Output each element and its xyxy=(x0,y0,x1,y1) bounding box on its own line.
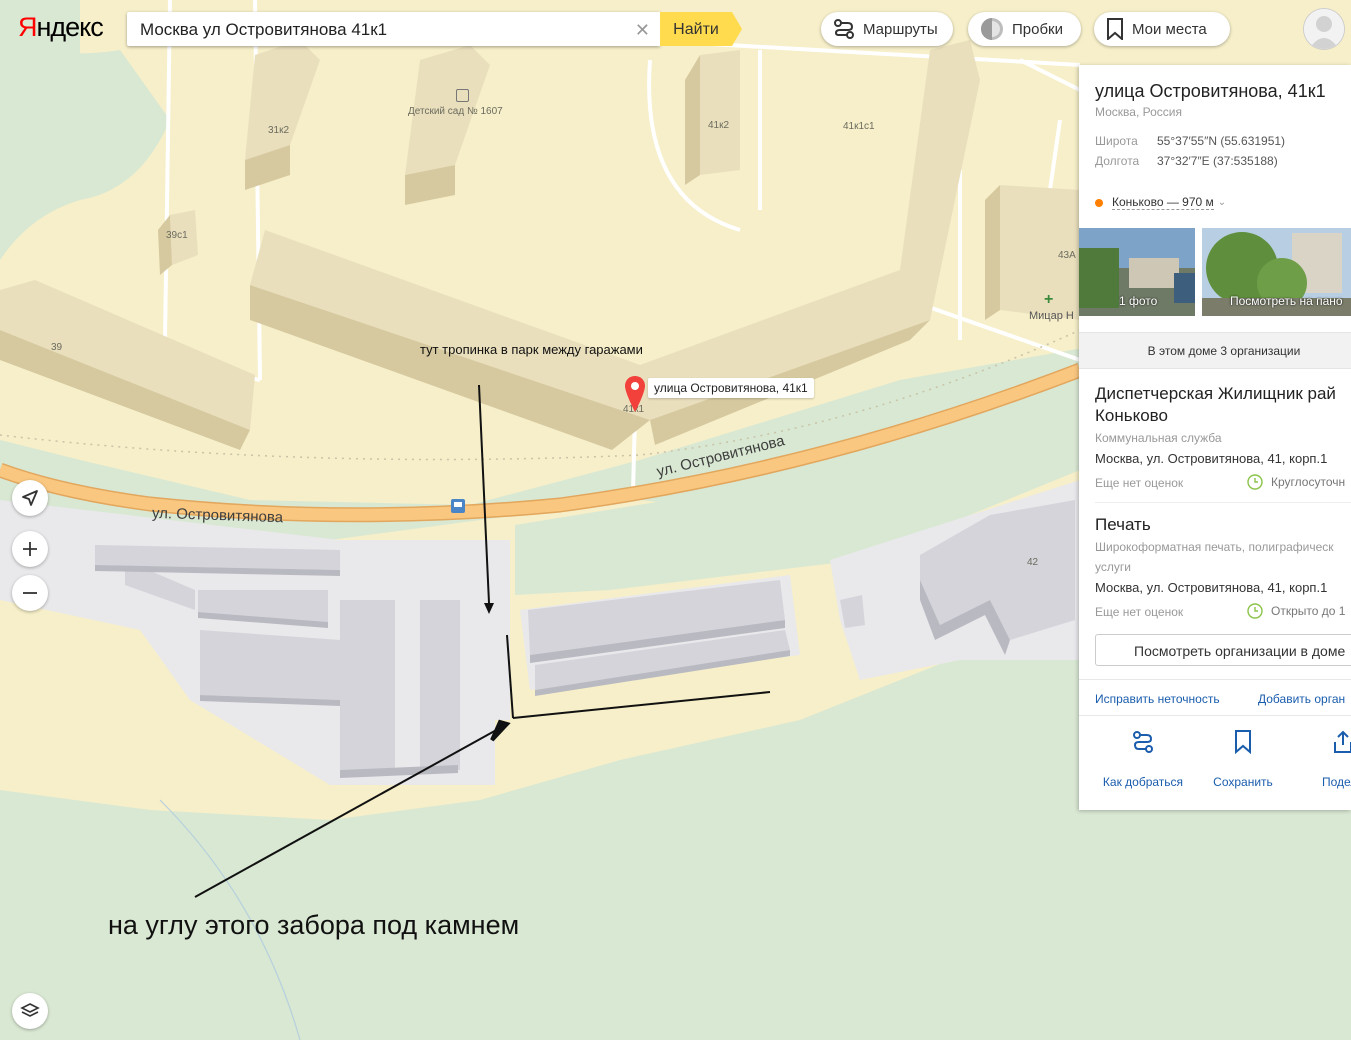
org-1-address: Москва, ул. Островитянова, 41, корп.1 xyxy=(1095,451,1328,466)
org-2-address: Москва, ул. Островитянова, 41, корп.1 xyxy=(1095,580,1328,595)
save-button[interactable]: Сохранить xyxy=(1193,730,1293,789)
latitude-value[interactable]: 55°37′55″N (55.631951) xyxy=(1157,134,1285,148)
poi-mitsar-label[interactable]: Мицар Н xyxy=(1029,310,1074,322)
routes-button[interactable]: Маршруты xyxy=(821,12,953,46)
org-2-rating: Еще нет оценок xyxy=(1095,605,1184,619)
traffic-label: Пробки xyxy=(1012,20,1063,38)
latitude-label: Широта xyxy=(1095,134,1138,148)
clear-icon[interactable]: ✕ xyxy=(635,20,650,41)
divider xyxy=(1095,502,1351,503)
org-1-rating: Еще нет оценок xyxy=(1095,476,1184,490)
zoom-in-button[interactable] xyxy=(12,531,48,567)
place-title: улица Островитянова, 41к1 xyxy=(1095,81,1326,101)
route-icon xyxy=(1133,731,1153,753)
kindergarten-icon xyxy=(456,89,469,102)
routes-label: Маршруты xyxy=(863,20,938,38)
add-org-link[interactable]: Добавить орган xyxy=(1258,692,1345,706)
user-icon xyxy=(1304,9,1344,49)
photo-thumbnail[interactable]: 1 фото xyxy=(1079,228,1195,316)
directions-button[interactable]: Как добраться xyxy=(1093,730,1193,789)
panorama-thumbnail[interactable]: Посмотреть на пано xyxy=(1202,228,1351,316)
plus-icon xyxy=(23,542,37,556)
routes-icon xyxy=(834,19,854,39)
divider xyxy=(1079,715,1351,716)
my-places-button[interactable]: Мои места xyxy=(1094,12,1230,46)
traffic-button[interactable]: Пробки xyxy=(968,12,1081,46)
traffic-icon xyxy=(981,18,1003,40)
longitude-value[interactable]: 37°32′7″E (37:535188) xyxy=(1157,154,1278,168)
building-label-39: 39 xyxy=(51,342,63,353)
view-orgs-button[interactable]: Посмотреть организации в доме xyxy=(1095,634,1351,666)
divider xyxy=(1079,679,1351,680)
share-icon xyxy=(1334,730,1351,753)
orgs-count-bar[interactable]: В этом доме 3 организации xyxy=(1079,332,1351,369)
share-button[interactable]: Подели xyxy=(1293,730,1351,789)
minus-icon xyxy=(23,592,37,594)
find-button[interactable]: Найти xyxy=(660,12,742,46)
photo-count-label: 1 фото xyxy=(1119,294,1158,308)
building-label-41k1c1: 41к1с1 xyxy=(843,121,875,132)
zoom-out-button[interactable] xyxy=(12,575,48,611)
building-label-41k2: 41к2 xyxy=(708,120,730,131)
share-label: Подели xyxy=(1321,775,1351,789)
bookmark-icon xyxy=(1235,730,1251,755)
search-box: ✕ xyxy=(127,12,660,46)
layers-button[interactable] xyxy=(12,993,48,1029)
my-places-label: Мои места xyxy=(1132,20,1207,38)
chevron-down-icon: ⌄ xyxy=(1217,197,1227,208)
metro-dot-icon xyxy=(1095,198,1103,207)
longitude-label: Долгота xyxy=(1095,154,1140,168)
clock-icon xyxy=(1247,603,1263,619)
map-pin-icon[interactable] xyxy=(624,375,646,418)
place-subtitle: Москва, Россия xyxy=(1095,105,1182,119)
building-label-31k2: 31к2 xyxy=(268,125,290,136)
note-corner-label: на углу этого забора под камнем xyxy=(108,910,520,940)
org-2-category-line1: Широкоформатная печать, полиграфическ xyxy=(1095,540,1334,554)
marker-label[interactable]: улица Островитянова, 41к1 xyxy=(648,378,814,398)
pharmacy-plus-icon[interactable]: + xyxy=(1044,291,1053,309)
building-label-39c1: 39с1 xyxy=(166,230,188,241)
org-2-hours: Открыто до 1 xyxy=(1247,603,1345,619)
metro-label: Коньково — 970 м xyxy=(1112,195,1214,210)
fix-inaccuracy-link[interactable]: Исправить неточность xyxy=(1095,692,1220,706)
yandex-logo[interactable]: Яндекс xyxy=(18,12,104,43)
clock-icon xyxy=(1247,474,1263,490)
save-label: Сохранить xyxy=(1213,775,1273,789)
org-1-hours: Круглосуточн xyxy=(1247,474,1345,490)
layers-icon xyxy=(20,1003,40,1017)
panorama-label: Посмотреть на пано xyxy=(1230,294,1343,308)
building-label-42: 42 xyxy=(1027,557,1039,568)
metro-station[interactable]: Коньково — 970 м ⌄ xyxy=(1095,195,1226,210)
org-1-name-line2[interactable]: Коньково xyxy=(1095,405,1168,427)
user-avatar[interactable] xyxy=(1304,9,1344,49)
org-1-name-line1[interactable]: Диспетчерская Жилищник рай xyxy=(1095,383,1336,405)
org-2-category-line2: услуги xyxy=(1095,560,1131,574)
place-card: улица Островитянова, 41к1 Москва, Россия… xyxy=(1079,65,1351,810)
location-arrow-icon xyxy=(22,490,38,506)
building-label-43a: 43А xyxy=(1058,250,1076,261)
note-path-label: тут тропинка в парк между гаражами xyxy=(420,342,643,357)
kindergarten-label[interactable]: Детский сад № 1607 xyxy=(408,106,503,117)
directions-label: Как добраться xyxy=(1102,775,1184,789)
geolocation-button[interactable] xyxy=(12,480,48,516)
org-1-category: Коммунальная служба xyxy=(1095,431,1222,445)
search-input[interactable] xyxy=(138,19,622,41)
org-2-name[interactable]: Печать xyxy=(1095,514,1151,536)
bookmark-icon xyxy=(1107,18,1123,40)
